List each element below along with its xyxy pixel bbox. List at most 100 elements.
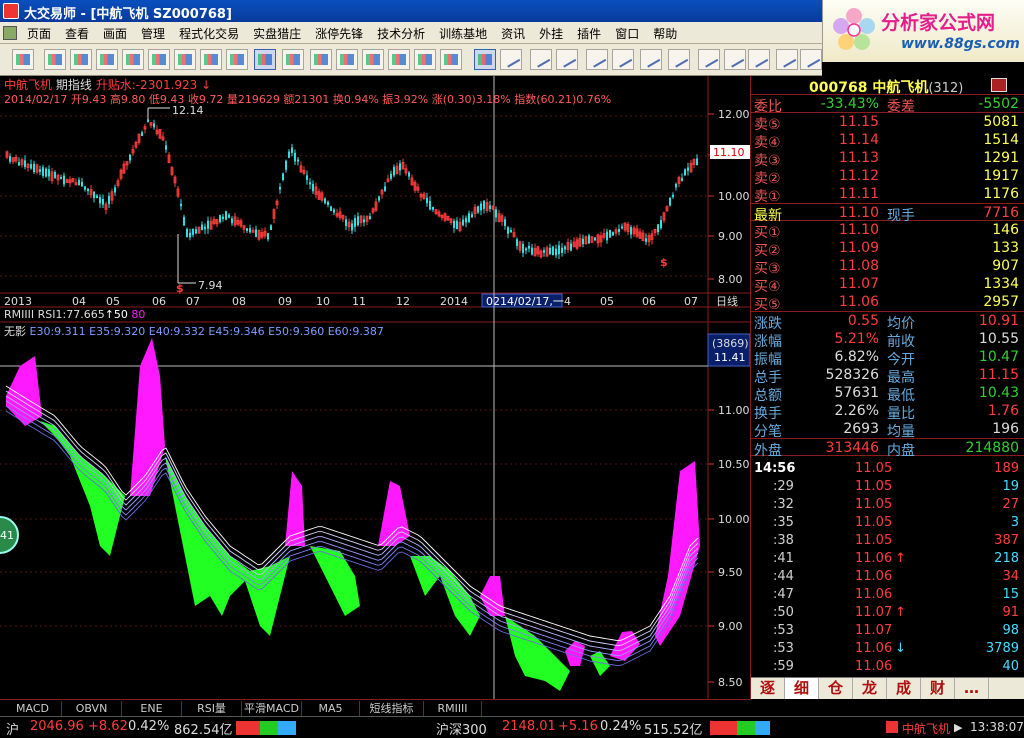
window-title: 大交易师 - [中航飞机 SZ000768] [24, 7, 232, 22]
alert-icon[interactable] [886, 721, 898, 733]
indicator-tab[interactable]: 平滑MACD [242, 701, 302, 716]
quote-tab[interactable]: 财 [921, 678, 955, 699]
quote-tab[interactable]: 龙 [853, 678, 887, 699]
tick-price: 11.07 [855, 605, 893, 620]
toolbar-button[interactable] [336, 49, 358, 70]
toolbar-button[interactable] [44, 49, 66, 70]
menu-item[interactable]: 技术分析 [370, 25, 432, 42]
menu-item[interactable]: 帮助 [646, 25, 684, 42]
flower-logo-icon [833, 8, 875, 50]
tick-time: :35 [773, 515, 794, 530]
stat-value: 196 [992, 421, 1019, 437]
tick-volume: 98 [1002, 623, 1019, 638]
toolbar-button[interactable] [226, 49, 248, 70]
toolbar-button[interactable] [500, 49, 522, 70]
stock-info-icon[interactable] [991, 78, 1007, 92]
menu-item[interactable]: 查看 [58, 25, 96, 42]
tick-price: 11.06 [855, 659, 893, 674]
tick-time: :29 [773, 479, 794, 494]
menu-item[interactable]: 涨停先锋 [308, 25, 370, 42]
toolbar-button[interactable] [612, 49, 634, 70]
indicator-tab[interactable]: MA5 [302, 701, 360, 716]
tick-volume: 40 [1002, 659, 1019, 674]
toolbar-button[interactable] [640, 49, 662, 70]
chart-mode: 期指线 [55, 78, 92, 92]
tick-volume: 15 [1002, 587, 1019, 602]
toolbar-button[interactable] [148, 49, 170, 70]
ask-row: 卖② 11.12 1917 [751, 167, 1024, 187]
menu-item[interactable]: 资讯 [494, 25, 532, 42]
sub-price-tick-label: 9.50 [718, 566, 743, 579]
menu-item[interactable]: 插件 [570, 25, 608, 42]
toolbar-button[interactable] [122, 49, 144, 70]
x-tick-label: 04 [72, 295, 86, 308]
toolbar-button[interactable] [776, 49, 798, 70]
tick-direction-icon: ↑ [895, 605, 906, 620]
indicator-tabs: MACD OBVN ENE RSI量 平滑MACD MA5 短线指标 RMIIII [0, 699, 750, 716]
ask-row: 卖③ 11.13 1291 [751, 149, 1024, 169]
chart-area[interactable]: 12.0011.0010.009.008.0011.1011.0010.5010… [0, 76, 750, 699]
stat-row: 总手 528326 最高 11.15 [751, 366, 1024, 386]
toolbar-button[interactable] [698, 49, 720, 70]
menu-item[interactable]: 窗口 [608, 25, 646, 42]
indicator-tab[interactable]: RSI量 [182, 701, 242, 716]
x-tick-label: 05 [600, 295, 614, 308]
indicator-tab[interactable]: 短线指标 [360, 701, 424, 716]
toolbar-button[interactable] [440, 49, 462, 70]
period-label: 日线 [716, 294, 738, 308]
toolbar-button[interactable] [530, 49, 552, 70]
toolbar-button[interactable] [668, 49, 690, 70]
menu-item[interactable]: 外挂 [532, 25, 570, 42]
sh-pct: 0.42% [128, 719, 170, 734]
toolbar-button[interactable] [174, 49, 196, 70]
indicator-tab[interactable]: OBVN [62, 701, 122, 716]
quote-tab[interactable]: … [955, 678, 989, 699]
brand-name: 分析家公式网 [881, 12, 996, 34]
menu-item[interactable]: 训练基地 [432, 25, 494, 42]
menu-item[interactable]: 管理 [134, 25, 172, 42]
sub-price-tick-label: 8.50 [718, 676, 743, 689]
toolbar-button[interactable] [388, 49, 410, 70]
signal-marker: $ [660, 256, 668, 269]
toolbar-button[interactable] [586, 49, 608, 70]
tick-time: :38 [773, 533, 794, 548]
indicator-tab[interactable]: RMIIII [424, 701, 482, 716]
stat-row: 总额 57631 最低 10.43 [751, 384, 1024, 404]
quote-tab[interactable]: 成 [887, 678, 921, 699]
toolbar-button[interactable] [362, 49, 384, 70]
toolbar-button[interactable] [12, 49, 34, 70]
x-tick-label: 2014 [440, 295, 468, 308]
toolbar-button[interactable] [724, 49, 746, 70]
menu-item[interactable]: 页面 [20, 25, 58, 42]
quote-tab[interactable]: 细 [785, 678, 819, 699]
stock-code-name: 000768 中航飞机(312) [809, 80, 964, 96]
tick-volume: 189 [994, 461, 1019, 476]
toolbar-button[interactable] [414, 49, 436, 70]
status-stock[interactable]: 中航飞机 [902, 720, 950, 737]
toolbar-button[interactable] [800, 49, 822, 70]
tick-row: :29 11.05 19 [751, 478, 1024, 496]
toolbar-button[interactable] [282, 49, 304, 70]
menu-item[interactable]: 画面 [96, 25, 134, 42]
quote-tab[interactable]: 逐 [751, 678, 785, 699]
toolbar-button[interactable] [474, 49, 496, 70]
toolbar-button[interactable] [310, 49, 332, 70]
tick-time: :53 [773, 623, 794, 638]
toolbar-button[interactable] [748, 49, 770, 70]
signal-marker: $ [176, 282, 184, 295]
market-breadth-bar [236, 721, 296, 735]
toolbar-button[interactable] [96, 49, 118, 70]
tick-row: :53 11.06 ↓ 3789 [751, 640, 1024, 658]
stat-value: 1.76 [987, 403, 1019, 419]
toolbar-button[interactable] [254, 49, 276, 70]
indicator-tab[interactable]: ENE [122, 701, 182, 716]
toolbar-button[interactable] [70, 49, 92, 70]
kline-chart-canvas[interactable]: 12.0011.0010.009.008.0011.1011.0010.5010… [0, 76, 750, 699]
quote-tab[interactable]: 仓 [819, 678, 853, 699]
toolbar-button[interactable] [200, 49, 222, 70]
menu-item[interactable]: 实盘猎庄 [246, 25, 308, 42]
doc-icon[interactable] [3, 26, 17, 40]
indicator-tab[interactable]: MACD [4, 701, 62, 716]
toolbar-button[interactable] [556, 49, 578, 70]
menu-item[interactable]: 程式化交易 [172, 25, 246, 42]
